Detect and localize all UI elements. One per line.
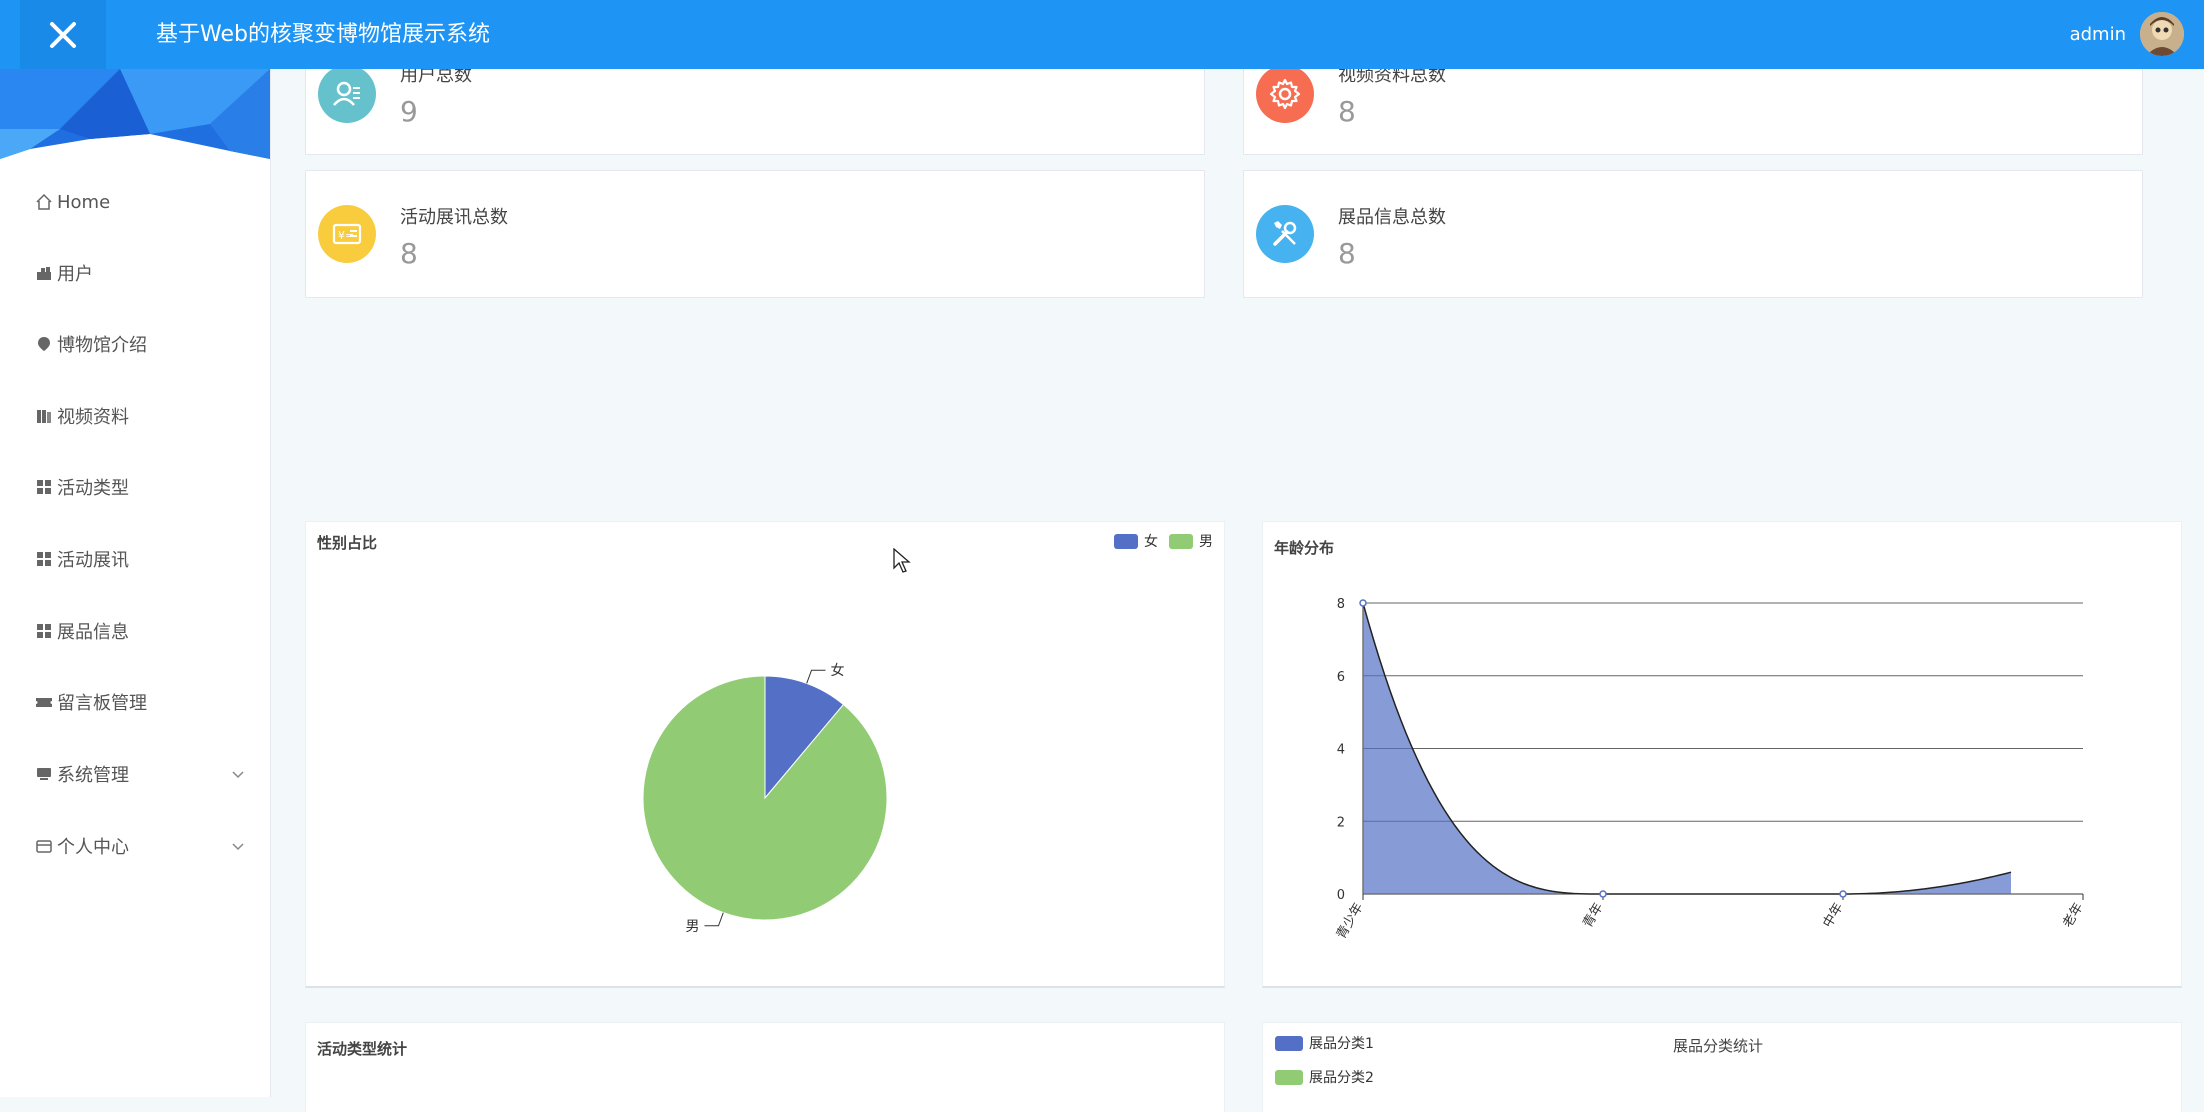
tools-icon [1256,205,1314,263]
legend-item-category-1[interactable]: 展品分类1 [1275,1033,1374,1053]
cursor-icon [893,548,911,573]
data-point[interactable] [1599,890,1607,898]
sidebar-item-home[interactable]: Home [0,180,270,224]
legend-swatch [1275,1035,1303,1051]
sidebar-item-label: 系统管理 [57,765,129,786]
user-icon [35,264,53,282]
sidebar: Home 用户 博物馆介绍 视频资料 活动类型 活动展讯 展品信息 留言板管理 … [0,69,271,1097]
x-tick-label: 青年 [1580,901,1606,931]
sidebar-item-label: 用户 [57,264,93,285]
legend-label: 展品分类2 [1309,1070,1374,1086]
chart-title: 展品分类统计 [1673,1037,1764,1055]
age-chart-panel: 年龄分布 0 2 4 6 8 青少年 青年 中年 老年 [1262,521,2182,988]
grid-icon [35,622,53,640]
stat-card-activity-news: ¥= 活动展讯总数 8 [305,170,1205,298]
gender-pie-chart: 女男 [642,662,888,935]
home-icon [35,193,53,211]
gear-icon [1256,65,1314,123]
y-tick-label: 4 [1337,743,1345,758]
y-tick-label: 2 [1337,815,1345,830]
chart-title: 活动类型统计 [317,1040,408,1058]
data-point[interactable] [1839,890,1847,898]
y-tick-label: 8 [1337,597,1345,612]
close-icon [50,21,76,48]
sidebar-item-user[interactable]: 用户 [0,251,270,295]
pie-label-line [806,669,826,684]
stat-label: 展品信息总数 [1338,207,1446,228]
grid-icon [35,478,53,496]
app-title: 基于Web的核聚变博物馆展示系统 [156,22,490,47]
location-icon [35,335,53,353]
close-sidebar-button[interactable] [20,0,106,69]
legend-item-category-2[interactable]: 展品分类2 [1275,1067,1374,1087]
monitor-icon [35,765,53,783]
stat-value: 9 [400,95,418,128]
avatar-icon [2140,12,2184,56]
sidebar-item-exhibit-info[interactable]: 展品信息 [0,609,270,653]
video-icon [35,407,53,425]
gender-chart-panel: 性别占比 女 男 女男 [305,521,1225,988]
stat-value: 8 [1338,237,1356,270]
grid-icon [35,550,53,568]
activity-chart-panel: 活动类型统计 [305,1022,1225,1112]
avatar[interactable] [2140,12,2184,56]
chevron-down-icon [230,838,246,858]
x-tick-label: 中年 [1820,901,1846,931]
x-tick-label: 青少年 [1334,901,1366,942]
top-header: 基于Web的核聚变博物馆展示系统 admin [0,0,2204,69]
pie-label: 女 [831,662,845,679]
stat-card-exhibits: 展品信息总数 8 [1243,170,2143,298]
legend-label: 展品分类1 [1309,1036,1374,1052]
sidebar-item-label: 活动类型 [57,478,129,499]
sidebar-item-label: 博物馆介绍 [57,335,147,356]
pie-label: 男 [685,919,699,935]
age-area-chart: 0 2 4 6 8 青少年 青年 中年 老年 [1334,597,2086,942]
ticket-card-icon: ¥= [318,205,376,263]
exhibit-chart-panel: 展品分类1 展品分类2 展品分类统计 [1262,1022,2182,1112]
sidebar-item-personal-center[interactable]: 个人中心 [0,824,270,868]
chevron-down-icon [230,766,246,786]
sidebar-banner [0,69,270,159]
sidebar-item-label: 个人中心 [57,837,129,858]
sidebar-item-museum-intro[interactable]: 博物馆介绍 [0,322,270,366]
stat-value: 8 [400,237,418,270]
stat-label: 活动展讯总数 [400,207,508,228]
pie-label-line [704,912,724,927]
sidebar-item-label: 展品信息 [57,622,129,643]
data-point[interactable] [1359,599,1367,607]
wallet-icon [35,837,53,855]
sidebar-item-label: 留言板管理 [57,693,147,714]
sidebar-item-system-management[interactable]: 系统管理 [0,752,270,796]
sidebar-item-activity-news[interactable]: 活动展讯 [0,537,270,581]
y-tick-label: 0 [1337,888,1345,903]
legend-swatch [1275,1069,1303,1085]
sidebar-item-label: 视频资料 [57,407,129,428]
stat-value: 8 [1338,95,1356,128]
sidebar-item-label: 活动展讯 [57,550,129,571]
user-name[interactable]: admin [2070,0,2126,69]
pie-slice-1[interactable] [642,675,888,921]
ticket-icon [35,693,53,711]
x-tick-label: 老年 [2060,901,2086,931]
y-tick-label: 6 [1337,670,1345,685]
sidebar-item-video[interactable]: 视频资料 [0,394,270,438]
user-card-icon [318,65,376,123]
sidebar-item-message-board[interactable]: 留言板管理 [0,680,270,724]
sidebar-item-label: Home [57,191,111,213]
sidebar-item-activity-type[interactable]: 活动类型 [0,465,270,509]
